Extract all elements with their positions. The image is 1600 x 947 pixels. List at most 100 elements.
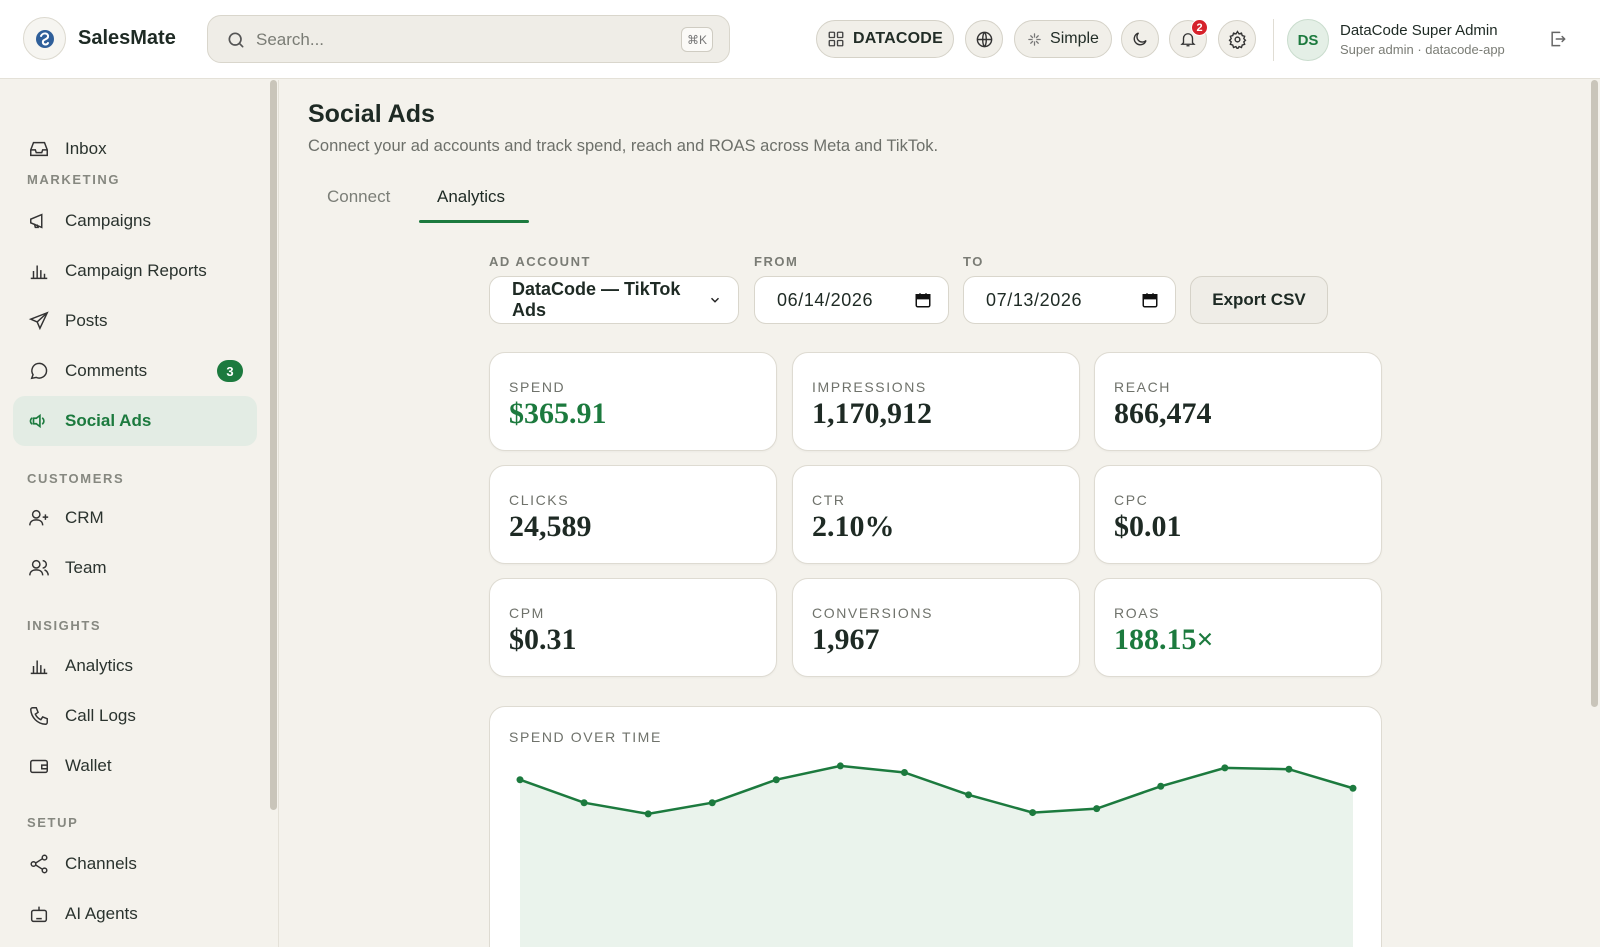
metric-card-conversions: CONVERSIONS 1,967	[792, 578, 1080, 677]
from-date-value: 06/14/2026	[777, 289, 874, 310]
comments-count-badge: 3	[217, 360, 243, 382]
app-name: SalesMate	[78, 27, 176, 49]
sidebar-item-label: Team	[65, 558, 107, 577]
app-logo[interactable]	[23, 17, 66, 60]
sidebar-item-wallet[interactable]: Wallet	[13, 741, 257, 791]
to-date-value: 07/13/2026	[986, 289, 1083, 310]
comment-icon	[28, 360, 50, 382]
sidebar-item-label: Inbox	[65, 139, 107, 158]
sidebar-item-label: Social Ads	[65, 411, 152, 430]
grid-icon	[827, 30, 845, 48]
sidebar-item-label: Call Logs	[65, 706, 136, 725]
chart-point[interactable]	[1349, 784, 1357, 792]
chart-point[interactable]	[836, 762, 844, 770]
metric-value: 1,967	[812, 623, 880, 656]
megaphone-icon	[28, 210, 50, 232]
section-marketing: MARKETING	[27, 172, 121, 187]
bar-chart-icon	[28, 260, 50, 282]
sidebar-item-campaign-reports[interactable]: Campaign Reports	[13, 246, 257, 296]
spend-chart	[516, 762, 1357, 947]
export-csv-button[interactable]: Export CSV	[1190, 276, 1328, 324]
gear-icon	[1228, 29, 1247, 49]
ad-account-value: DataCode — TikTok Ads	[512, 279, 681, 320]
user-role: Super admin · datacode-app	[1340, 42, 1505, 57]
chart-point[interactable]	[1029, 809, 1037, 817]
sidebar-item-campaigns[interactable]: Campaigns	[13, 196, 257, 246]
sidebar-scrollbar[interactable]	[270, 80, 277, 810]
search-icon	[226, 30, 246, 50]
sidebar-item-social-ads[interactable]: Social Ads	[13, 396, 257, 446]
bar-chart-icon	[28, 655, 50, 677]
chevron-down-icon	[708, 293, 722, 307]
sidebar-item-team[interactable]: Team	[13, 543, 257, 593]
calendar-icon[interactable]	[1141, 291, 1159, 309]
metric-value: $0.31	[509, 623, 577, 656]
metric-card-clicks: CLICKS 24,589	[489, 465, 777, 564]
sidebar-item-posts[interactable]: Posts	[13, 296, 257, 346]
from-date-input[interactable]: 06/14/2026	[754, 276, 949, 324]
metric-card-ctr: CTR 2.10%	[792, 465, 1080, 564]
chart-point[interactable]	[516, 776, 524, 784]
search-input[interactable]	[256, 26, 656, 54]
phone-icon	[28, 705, 50, 727]
metric-value: 866,474	[1114, 397, 1212, 430]
sidebar-item-comments[interactable]: Comments 3	[13, 346, 257, 396]
settings-button[interactable]	[1218, 20, 1256, 58]
metric-label: CONVERSIONS	[812, 605, 934, 621]
main-scrollbar[interactable]	[1591, 80, 1598, 707]
chart-point[interactable]	[965, 791, 973, 799]
sparkle-icon	[1027, 32, 1042, 47]
chart-point[interactable]	[900, 768, 908, 776]
logout-button[interactable]	[1548, 29, 1568, 49]
mode-toggle[interactable]: Simple	[1014, 20, 1112, 58]
speaker-icon	[28, 410, 50, 432]
sidebar-item-channels[interactable]: Channels	[13, 839, 257, 889]
theme-toggle[interactable]	[1121, 20, 1159, 58]
share-icon	[28, 853, 50, 875]
sidebar-item-call-logs[interactable]: Call Logs	[13, 691, 257, 741]
search-bar[interactable]: ⌘K	[207, 15, 730, 63]
sidebar-item-label: Wallet	[65, 756, 112, 775]
chart-point[interactable]	[708, 799, 716, 807]
bot-icon	[28, 903, 50, 925]
sidebar-item-label: Campaigns	[65, 211, 151, 230]
header-divider	[1273, 19, 1274, 61]
wallet-icon	[28, 755, 50, 777]
sidebar-item-label: Comments	[65, 361, 148, 380]
metric-label: ROAS	[1114, 605, 1161, 621]
active-tab-indicator	[419, 220, 529, 223]
metric-card-roas: ROAS 188.15×	[1094, 578, 1382, 677]
metric-value: 188.15×	[1114, 623, 1214, 656]
sidebar-item-label: AI Agents	[65, 904, 138, 923]
workspace-switcher[interactable]: DATACODE	[816, 20, 954, 58]
sidebar-item-label: Analytics	[65, 656, 134, 675]
from-label: FROM	[754, 254, 799, 269]
user-plus-icon	[28, 507, 50, 529]
sidebar-item-crm[interactable]: CRM	[13, 493, 257, 543]
top-header: SalesMate ⌘K DATACODE Simple 2	[0, 0, 1600, 79]
sidebar-item-inbox[interactable]: Inbox	[13, 124, 257, 174]
inbox-icon	[28, 138, 50, 160]
metric-label: IMPRESSIONS	[812, 379, 927, 395]
to-date-input[interactable]: 07/13/2026	[963, 276, 1176, 324]
sidebar-item-ai-agents[interactable]: AI Agents	[13, 889, 257, 939]
chart-point[interactable]	[1093, 805, 1101, 813]
mode-label: Simple	[1050, 30, 1099, 47]
globe-icon	[975, 30, 994, 49]
tab-connect[interactable]: Connect	[327, 187, 390, 207]
ad-account-select[interactable]: DataCode — TikTok Ads	[489, 276, 739, 324]
language-button[interactable]	[965, 20, 1003, 58]
spend-over-time-card: SPEND OVER TIME	[489, 706, 1382, 947]
calendar-icon[interactable]	[914, 291, 932, 309]
tab-analytics[interactable]: Analytics	[437, 187, 505, 207]
chart-point[interactable]	[1285, 765, 1293, 773]
avatar[interactable]: DS	[1287, 19, 1329, 61]
chart-point[interactable]	[1157, 782, 1165, 790]
chart-point[interactable]	[580, 799, 588, 807]
section-setup: SETUP	[27, 815, 79, 830]
metric-label: CTR	[812, 492, 846, 508]
chart-point[interactable]	[1221, 764, 1229, 772]
sidebar-item-analytics[interactable]: Analytics	[13, 641, 257, 691]
chart-point[interactable]	[644, 810, 652, 818]
chart-point[interactable]	[772, 776, 780, 784]
